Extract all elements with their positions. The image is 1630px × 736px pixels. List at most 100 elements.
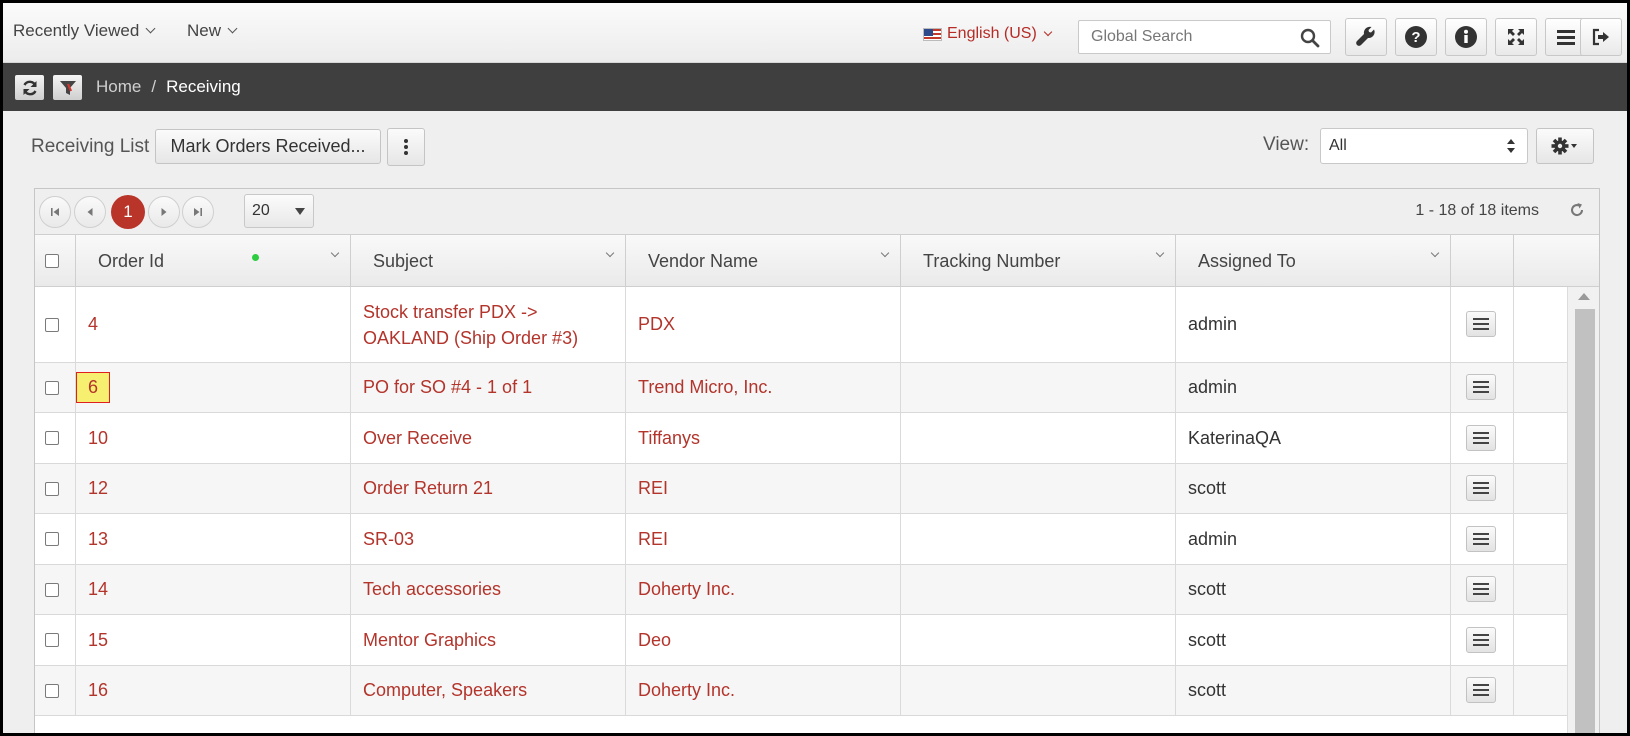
more-actions-button[interactable] xyxy=(387,128,425,166)
fullscreen-button[interactable] xyxy=(1495,18,1537,56)
order-id-link[interactable]: 14 xyxy=(88,579,108,600)
vendor-link[interactable]: Tiffanys xyxy=(638,428,700,449)
table-row[interactable]: 10 Over Receive Tiffanys KaterinaQA xyxy=(35,413,1567,464)
row-menu-button[interactable] xyxy=(1466,425,1496,451)
chevron-down-icon xyxy=(227,23,238,34)
vendor-link[interactable]: Trend Micro, Inc. xyxy=(638,377,772,398)
row-checkbox[interactable] xyxy=(45,532,59,546)
vendor-link[interactable]: REI xyxy=(638,478,668,499)
page-size-select[interactable]: 20 xyxy=(244,194,314,228)
row-menu-icon xyxy=(1473,684,1489,696)
grid-scrollbar[interactable] xyxy=(1567,287,1599,733)
subject-link[interactable]: SR-03 xyxy=(363,529,414,550)
vendor-link[interactable]: Deo xyxy=(638,630,671,651)
flag-us-icon xyxy=(923,27,942,41)
new-menu[interactable]: New xyxy=(187,21,238,41)
settings-button[interactable] xyxy=(1536,128,1594,164)
row-menu-icon xyxy=(1473,482,1489,494)
vendor-link[interactable]: REI xyxy=(638,529,668,550)
column-header-assigned-to[interactable]: Assigned To xyxy=(1176,235,1451,287)
order-id-link[interactable]: 10 xyxy=(88,428,108,449)
vendor-link[interactable]: Doherty Inc. xyxy=(638,579,735,600)
next-page-button[interactable] xyxy=(148,196,180,228)
current-page[interactable]: 1 xyxy=(111,195,145,229)
subject-link[interactable]: Tech accessories xyxy=(363,579,501,600)
row-checkbox[interactable] xyxy=(45,633,59,647)
table-row[interactable]: 4 Stock transfer PDX -> OAKLAND (Ship Or… xyxy=(35,287,1567,363)
help-button[interactable]: ? xyxy=(1395,18,1437,56)
first-page-button[interactable] xyxy=(39,196,71,228)
row-menu-icon xyxy=(1473,318,1489,330)
subject-link[interactable]: Computer, Speakers xyxy=(363,680,527,701)
recently-viewed-menu[interactable]: Recently Viewed xyxy=(13,21,156,41)
row-menu-button[interactable] xyxy=(1466,475,1496,501)
row-checkbox[interactable] xyxy=(45,583,59,597)
select-all-checkbox[interactable] xyxy=(45,254,59,268)
column-header-vendor-name[interactable]: Vendor Name xyxy=(626,235,901,287)
view-select[interactable]: All xyxy=(1320,128,1528,164)
column-menu-icon[interactable] xyxy=(880,248,890,258)
row-checkbox[interactable] xyxy=(45,431,59,445)
assigned-to: admin xyxy=(1188,314,1238,334)
language-selector[interactable]: English (US) xyxy=(923,25,1053,43)
expand-icon xyxy=(1508,29,1524,45)
row-menu-button[interactable] xyxy=(1466,374,1496,400)
table-row[interactable]: 16 Computer, Speakers Doherty Inc. scott xyxy=(35,666,1567,716)
table-row[interactable]: 12 Order Return 21 REI scott xyxy=(35,464,1567,514)
mark-orders-received-button[interactable]: Mark Orders Received... xyxy=(155,129,381,164)
last-page-button[interactable] xyxy=(182,196,214,228)
info-button[interactable] xyxy=(1445,18,1487,56)
row-checkbox[interactable] xyxy=(45,318,59,332)
column-menu-icon[interactable] xyxy=(1155,248,1165,258)
row-menu-button[interactable] xyxy=(1466,311,1496,337)
receiving-grid: 1 20 1 - 18 of 18 items Order Id Subject… xyxy=(34,188,1600,733)
assigned-to: scott xyxy=(1188,629,1227,650)
row-menu-button[interactable] xyxy=(1466,576,1496,602)
row-checkbox[interactable] xyxy=(45,381,59,395)
subject-link[interactable]: PO for SO #4 - 1 of 1 xyxy=(363,377,532,398)
breadcrumb-home[interactable]: Home xyxy=(96,77,141,97)
filter-button[interactable] xyxy=(53,75,82,100)
table-row[interactable]: 13 SR-03 REI admin xyxy=(35,514,1567,565)
prev-page-button[interactable] xyxy=(74,196,106,228)
column-header-label: Tracking Number xyxy=(923,251,1061,271)
help-icon: ? xyxy=(1405,26,1427,48)
breadcrumb-separator: / xyxy=(151,77,157,96)
order-id-link[interactable]: 12 xyxy=(88,478,108,499)
order-id-link[interactable]: 13 xyxy=(88,529,108,550)
row-checkbox[interactable] xyxy=(45,684,59,698)
column-menu-icon[interactable] xyxy=(1430,248,1440,258)
column-header-order-id[interactable]: Order Id xyxy=(76,235,351,287)
search-icon[interactable] xyxy=(1300,28,1320,53)
column-header-subject[interactable]: Subject xyxy=(351,235,626,287)
order-id-link[interactable]: 4 xyxy=(88,314,98,335)
logout-button[interactable] xyxy=(1580,18,1622,56)
global-search-input[interactable] xyxy=(1079,21,1279,53)
scroll-up-icon[interactable] xyxy=(1578,293,1590,300)
subject-link[interactable]: Order Return 21 xyxy=(363,478,493,499)
table-row[interactable]: 15 Mentor Graphics Deo scott xyxy=(35,615,1567,666)
tools-button[interactable] xyxy=(1345,18,1387,56)
vendor-link[interactable]: Doherty Inc. xyxy=(638,680,735,701)
row-menu-button[interactable] xyxy=(1466,677,1496,703)
order-id-link[interactable]: 6 xyxy=(76,372,111,403)
scroll-thumb[interactable] xyxy=(1575,309,1595,733)
subject-link[interactable]: Over Receive xyxy=(363,428,472,449)
table-row[interactable]: 14 Tech accessories Doherty Inc. scott xyxy=(35,565,1567,615)
column-menu-icon[interactable] xyxy=(330,248,340,258)
vendor-link[interactable]: PDX xyxy=(638,314,675,335)
row-checkbox[interactable] xyxy=(45,482,59,496)
row-menu-icon xyxy=(1473,381,1489,393)
column-menu-icon[interactable] xyxy=(605,248,615,258)
order-id-link[interactable]: 15 xyxy=(88,630,108,651)
order-id-link[interactable]: 16 xyxy=(88,680,108,701)
row-menu-button[interactable] xyxy=(1466,526,1496,552)
subject-link[interactable]: Mentor Graphics xyxy=(363,630,496,651)
refresh-button[interactable] xyxy=(15,75,44,100)
column-header-tracking-number[interactable]: Tracking Number xyxy=(901,235,1176,287)
subject-link[interactable]: Stock transfer PDX -> OAKLAND (Ship Orde… xyxy=(351,287,626,362)
pager-refresh-button[interactable] xyxy=(1569,202,1585,223)
column-header-label: Order Id xyxy=(98,251,165,271)
row-menu-button[interactable] xyxy=(1466,627,1496,653)
table-row[interactable]: 6 PO for SO #4 - 1 of 1 Trend Micro, Inc… xyxy=(35,363,1567,413)
